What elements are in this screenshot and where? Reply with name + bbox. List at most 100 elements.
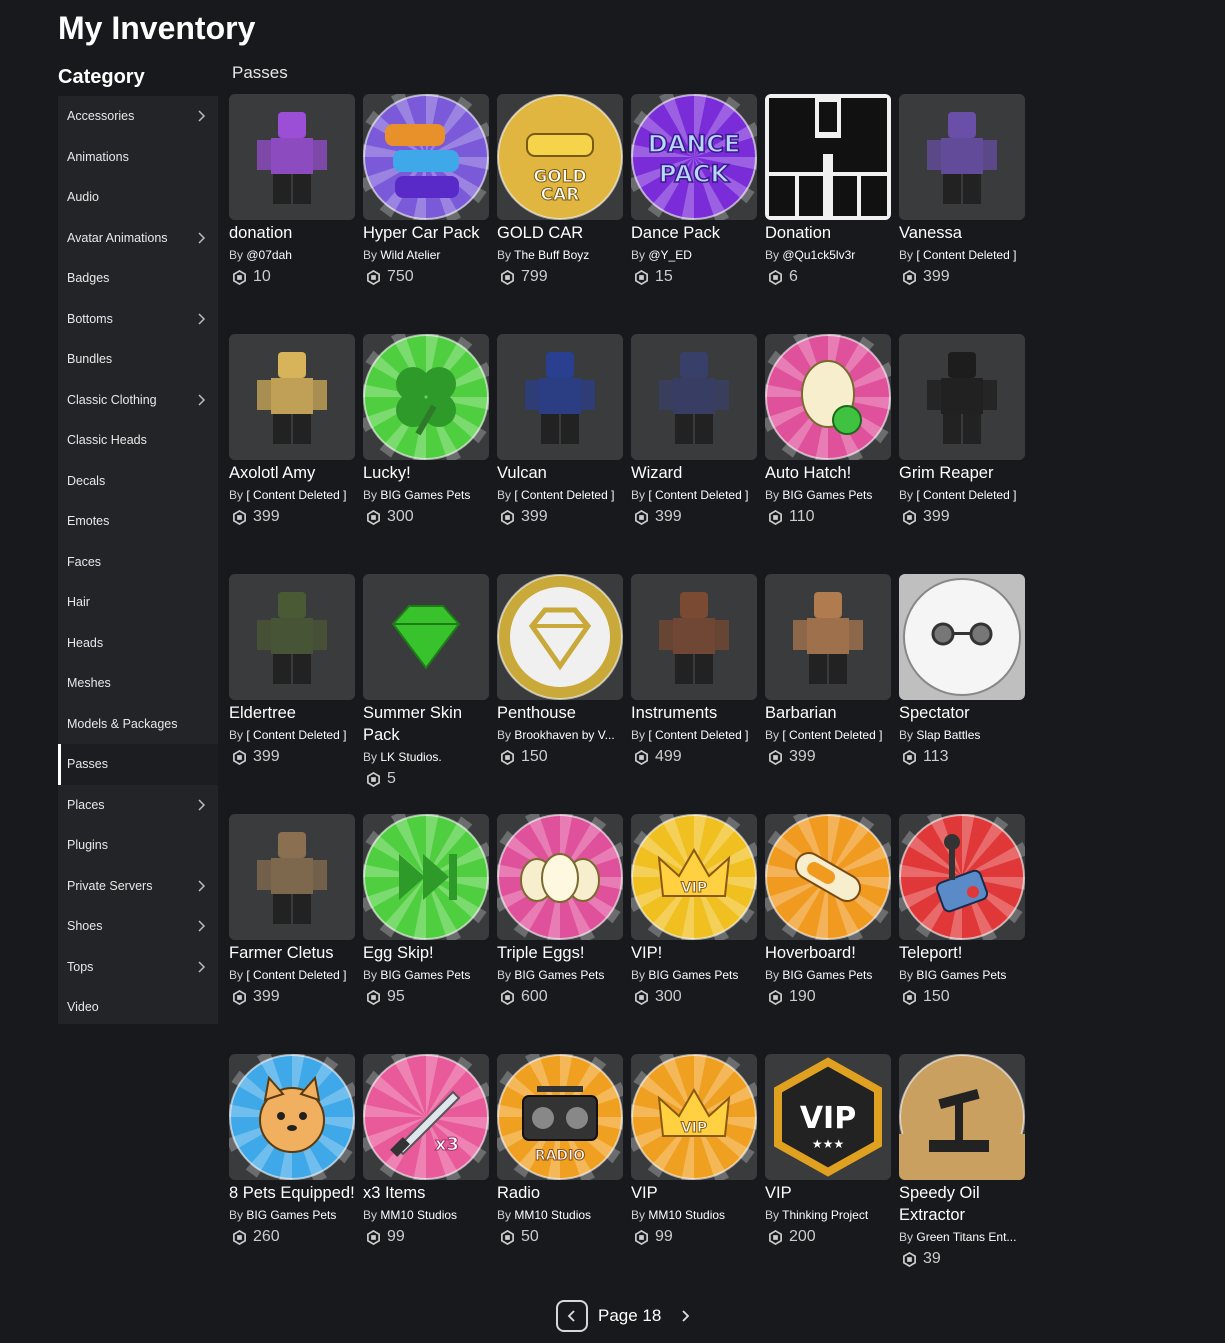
- item-card[interactable]: VIP VIP! By BIG Games Pets 300: [631, 814, 757, 1008]
- creator-name[interactable]: [ Content Deleted ]: [916, 248, 1016, 262]
- item-name[interactable]: Axolotl Amy: [229, 462, 355, 484]
- item-name[interactable]: Hoverboard!: [765, 942, 891, 964]
- sidebar-item-bottoms[interactable]: Bottoms: [58, 299, 218, 340]
- item-name[interactable]: VIP: [765, 1182, 891, 1204]
- item-name[interactable]: Grim Reaper: [899, 462, 1025, 484]
- item-thumbnail[interactable]: [497, 574, 623, 700]
- item-name[interactable]: Penthouse: [497, 702, 623, 724]
- creator-name[interactable]: [ Content Deleted ]: [782, 728, 882, 742]
- item-card[interactable]: Vulcan By [ Content Deleted ] 399: [497, 334, 623, 528]
- sidebar-item-models-packages[interactable]: Models & Packages: [58, 704, 218, 745]
- item-thumbnail[interactable]: [363, 94, 489, 220]
- item-thumbnail[interactable]: [899, 94, 1025, 220]
- sidebar-item-classic-heads[interactable]: Classic Heads: [58, 420, 218, 461]
- item-thumbnail[interactable]: [765, 574, 891, 700]
- item-card[interactable]: RADIO Radio By MM10 Studios 50: [497, 1054, 623, 1248]
- item-thumbnail[interactable]: [765, 94, 891, 220]
- item-thumbnail[interactable]: [631, 574, 757, 700]
- item-card[interactable]: Teleport! By BIG Games Pets 150: [899, 814, 1025, 1008]
- item-name[interactable]: donation: [229, 222, 355, 244]
- item-card[interactable]: Hoverboard! By BIG Games Pets 190: [765, 814, 891, 1008]
- item-name[interactable]: Spectator: [899, 702, 1025, 724]
- item-card[interactable]: Vanessa By [ Content Deleted ] 399: [899, 94, 1025, 288]
- item-thumbnail[interactable]: [229, 574, 355, 700]
- item-thumbnail[interactable]: [899, 574, 1025, 700]
- creator-name[interactable]: BIG Games Pets: [648, 968, 738, 982]
- item-thumbnail[interactable]: VIP ★★★: [765, 1054, 891, 1180]
- item-card[interactable]: VIP ★★★ VIP By Thinking Project 200: [765, 1054, 891, 1248]
- item-card[interactable]: Instruments By [ Content Deleted ] 499: [631, 574, 757, 768]
- item-name[interactable]: Vanessa: [899, 222, 1025, 244]
- item-thumbnail[interactable]: [899, 814, 1025, 940]
- item-name[interactable]: Speedy Oil Extractor: [899, 1182, 1025, 1226]
- item-card[interactable]: donation By @07dah 10: [229, 94, 355, 288]
- item-thumbnail[interactable]: [899, 334, 1025, 460]
- item-thumbnail[interactable]: [229, 94, 355, 220]
- item-thumbnail[interactable]: RADIO: [497, 1054, 623, 1180]
- sidebar-item-accessories[interactable]: Accessories: [58, 96, 218, 137]
- item-card[interactable]: Penthouse By Brookhaven by V... 150: [497, 574, 623, 768]
- item-name[interactable]: x3 Items: [363, 1182, 489, 1204]
- item-card[interactable]: 8 Pets Equipped! By BIG Games Pets 260: [229, 1054, 355, 1248]
- item-card[interactable]: Triple Eggs! By BIG Games Pets 600: [497, 814, 623, 1008]
- item-card[interactable]: Summer Skin Pack By LK Studios. 5: [363, 574, 489, 790]
- creator-name[interactable]: MM10 Studios: [648, 1208, 725, 1222]
- item-card[interactable]: Farmer Cletus By [ Content Deleted ] 399: [229, 814, 355, 1008]
- sidebar-item-heads[interactable]: Heads: [58, 623, 218, 664]
- item-name[interactable]: Triple Eggs!: [497, 942, 623, 964]
- creator-name[interactable]: Thinking Project: [782, 1208, 868, 1222]
- item-name[interactable]: Donation: [765, 222, 891, 244]
- item-thumbnail[interactable]: [631, 334, 757, 460]
- item-card[interactable]: Lucky! By BIG Games Pets 300: [363, 334, 489, 528]
- item-card[interactable]: Speedy Oil Extractor By Green Titans Ent.…: [899, 1054, 1025, 1270]
- item-card[interactable]: Barbarian By [ Content Deleted ] 399: [765, 574, 891, 768]
- next-page-button[interactable]: [675, 1306, 695, 1326]
- item-card[interactable]: Grim Reaper By [ Content Deleted ] 399: [899, 334, 1025, 528]
- sidebar-item-decals[interactable]: Decals: [58, 461, 218, 502]
- sidebar-item-badges[interactable]: Badges: [58, 258, 218, 299]
- creator-name[interactable]: @07dah: [246, 248, 292, 262]
- sidebar-item-avatar-animations[interactable]: Avatar Animations: [58, 218, 218, 259]
- item-card[interactable]: Axolotl Amy By [ Content Deleted ] 399: [229, 334, 355, 528]
- creator-name[interactable]: BIG Games Pets: [514, 968, 604, 982]
- sidebar-item-hair[interactable]: Hair: [58, 582, 218, 623]
- item-name[interactable]: Vulcan: [497, 462, 623, 484]
- sidebar-item-passes[interactable]: Passes: [58, 744, 218, 785]
- item-name[interactable]: Summer Skin Pack: [363, 702, 489, 746]
- item-name[interactable]: Eldertree: [229, 702, 355, 724]
- item-name[interactable]: Radio: [497, 1182, 623, 1204]
- item-thumbnail[interactable]: [363, 334, 489, 460]
- item-card[interactable]: x3 x3 Items By MM10 Studios 99: [363, 1054, 489, 1248]
- creator-name[interactable]: [ Content Deleted ]: [648, 728, 748, 742]
- item-name[interactable]: Hyper Car Pack: [363, 222, 489, 244]
- sidebar-item-meshes[interactable]: Meshes: [58, 663, 218, 704]
- item-card[interactable]: Eldertree By [ Content Deleted ] 399: [229, 574, 355, 768]
- item-thumbnail[interactable]: VIP: [631, 814, 757, 940]
- creator-name[interactable]: @Qu1ck5lv3r: [782, 248, 855, 262]
- item-name[interactable]: VIP!: [631, 942, 757, 964]
- creator-name[interactable]: BIG Games Pets: [380, 968, 470, 982]
- creator-name[interactable]: Wild Atelier: [380, 248, 440, 262]
- item-thumbnail[interactable]: [497, 334, 623, 460]
- item-name[interactable]: Egg Skip!: [363, 942, 489, 964]
- item-card[interactable]: Spectator By Slap Battles 113: [899, 574, 1025, 768]
- creator-name[interactable]: LK Studios.: [380, 750, 441, 764]
- item-name[interactable]: Instruments: [631, 702, 757, 724]
- previous-page-button[interactable]: [556, 1300, 588, 1332]
- item-card[interactable]: Wizard By [ Content Deleted ] 399: [631, 334, 757, 528]
- sidebar-item-faces[interactable]: Faces: [58, 542, 218, 583]
- sidebar-item-places[interactable]: Places: [58, 785, 218, 826]
- creator-name[interactable]: @Y_ED: [648, 248, 692, 262]
- item-name[interactable]: Farmer Cletus: [229, 942, 355, 964]
- creator-name[interactable]: Brookhaven by V...: [514, 728, 614, 742]
- item-card[interactable]: DANCE PACK Dance Pack By @Y_ED 15: [631, 94, 757, 288]
- item-name[interactable]: Wizard: [631, 462, 757, 484]
- sidebar-item-bundles[interactable]: Bundles: [58, 339, 218, 380]
- sidebar-item-video[interactable]: Video: [58, 987, 218, 1028]
- sidebar-item-audio[interactable]: Audio: [58, 177, 218, 218]
- creator-name[interactable]: [ Content Deleted ]: [246, 488, 346, 502]
- item-card[interactable]: GOLD CAR GOLD CAR By The Buff Boyz 799: [497, 94, 623, 288]
- creator-name[interactable]: MM10 Studios: [380, 1208, 457, 1222]
- item-thumbnail[interactable]: [229, 1054, 355, 1180]
- creator-name[interactable]: [ Content Deleted ]: [514, 488, 614, 502]
